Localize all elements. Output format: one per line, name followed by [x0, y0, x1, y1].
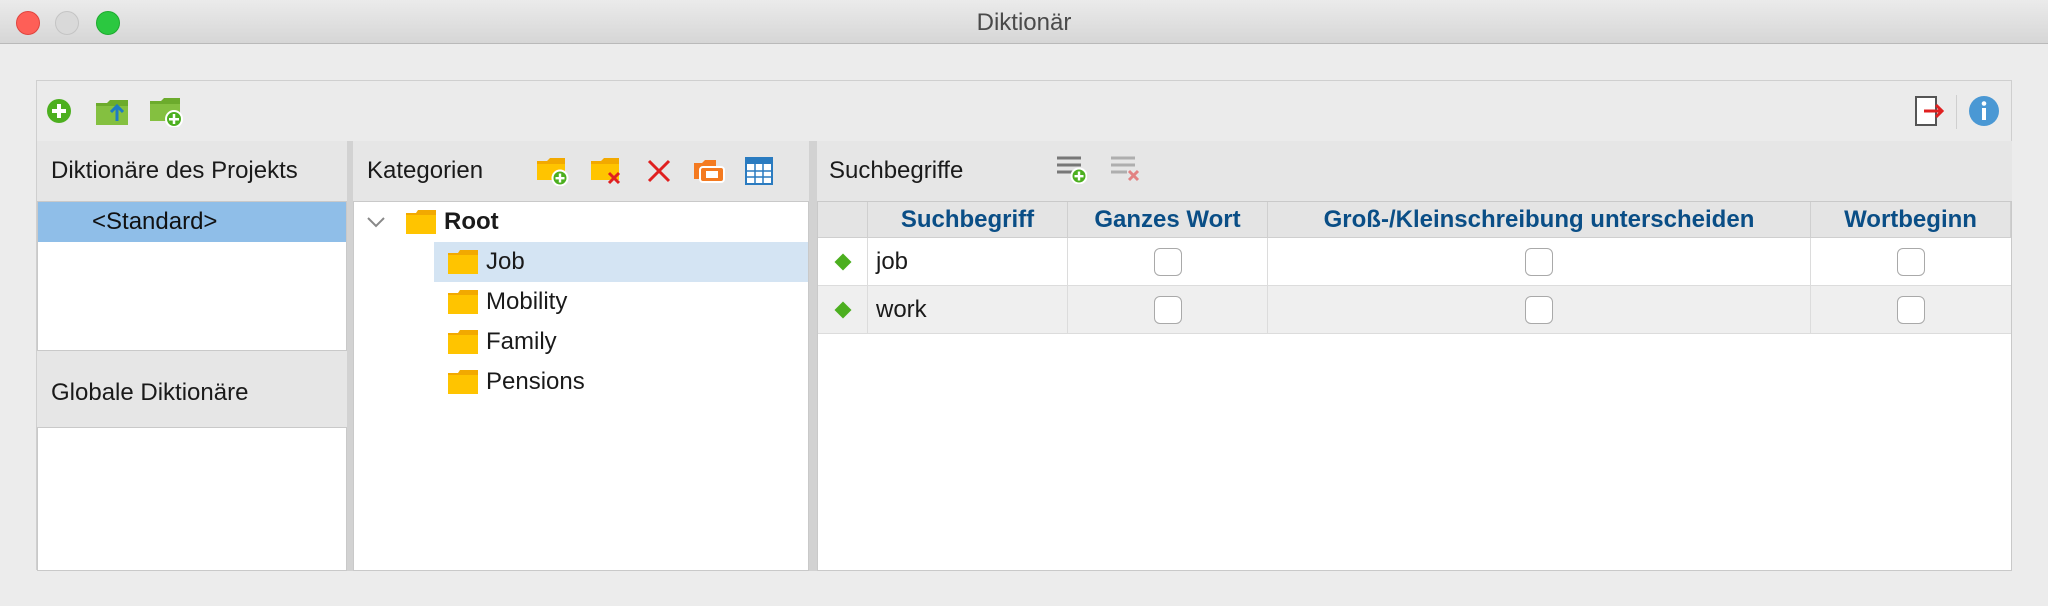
- tree-node-label: Pensions: [486, 368, 585, 395]
- add-icon: [47, 99, 71, 123]
- word-start-checkbox[interactable]: [1897, 248, 1925, 276]
- panel-splitter[interactable]: [809, 141, 817, 571]
- whole-word-checkbox[interactable]: [1153, 296, 1182, 324]
- new-category-icon: [537, 158, 569, 186]
- delete-category-button[interactable]: [589, 153, 625, 189]
- categories-panel: Kategorien Root Job Mobility Family Pens…: [353, 141, 809, 571]
- row-marker: [818, 238, 868, 286]
- export-icon: [1915, 96, 1944, 126]
- table-view-button[interactable]: [741, 153, 777, 189]
- project-dictionaries-list[interactable]: <Standard>: [37, 201, 347, 351]
- delete-category-icon: [591, 158, 621, 185]
- new-category-button[interactable]: [535, 153, 571, 189]
- folder-icon: [448, 250, 478, 274]
- new-dictionary-button[interactable]: [149, 93, 185, 129]
- column-header-whole-word[interactable]: Ganzes Wort: [1068, 202, 1268, 238]
- add-search-term-icon: [1057, 156, 1087, 184]
- tree-node-label: Root: [444, 208, 499, 235]
- search-terms-header: Suchbegriffe: [829, 157, 964, 184]
- folder-icon: [406, 210, 436, 234]
- case-sensitive-cell: [1268, 286, 1811, 334]
- search-terms-panel: Suchbegriffe Suchbegriff Ganzes Wort Gro…: [817, 141, 2012, 571]
- folder-icon: [448, 370, 478, 394]
- tree-node-label: Job: [486, 248, 525, 275]
- delete-search-term-icon: [1111, 156, 1140, 182]
- whole-word-checkbox[interactable]: [1153, 248, 1182, 276]
- case-sensitive-checkbox[interactable]: [1525, 296, 1553, 324]
- folder-icon: [448, 290, 478, 314]
- toolbar-separator: [1956, 95, 1957, 129]
- table-header-marker: [818, 202, 868, 238]
- delete-search-term-button[interactable]: [1107, 151, 1143, 187]
- column-header-word-start[interactable]: Wortbeginn: [1811, 202, 2011, 238]
- info-button[interactable]: [1966, 93, 2002, 129]
- global-dictionaries-header: Globale Diktionäre: [51, 379, 249, 406]
- column-header-term[interactable]: Suchbegriff: [868, 202, 1068, 238]
- term-cell[interactable]: work: [868, 286, 1068, 334]
- global-dictionaries-list[interactable]: [37, 427, 347, 571]
- add-search-term-button[interactable]: [1053, 151, 1089, 187]
- table-header-row: Suchbegriff Ganzes Wort Groß-/Kleinschre…: [818, 202, 2011, 238]
- diamond-icon: [834, 253, 851, 271]
- tree-node-job[interactable]: Job: [434, 242, 808, 282]
- term-cell[interactable]: job: [868, 238, 1068, 286]
- dictionaries-panel: Diktionäre des Projekts <Standard> Globa…: [37, 141, 347, 571]
- import-dictionary-icon: [96, 100, 128, 125]
- tree-node-label: Family: [486, 328, 557, 355]
- word-start-cell: [1811, 238, 2011, 286]
- case-sensitive-checkbox[interactable]: [1525, 248, 1553, 276]
- case-sensitive-cell: [1268, 238, 1811, 286]
- add-button[interactable]: [41, 93, 77, 129]
- title-bar: Diktionär: [0, 0, 2048, 44]
- export-button[interactable]: [1911, 93, 1947, 129]
- tree-node-root[interactable]: Root: [354, 202, 808, 242]
- rename-button[interactable]: [691, 153, 727, 189]
- dictionary-main-panel: Diktionäre des Projekts <Standard> Globa…: [36, 80, 2012, 571]
- window-title: Diktionär: [976, 9, 1072, 36]
- search-terms-table: Suchbegriff Ganzes Wort Groß-/Kleinschre…: [817, 201, 2012, 571]
- table-row[interactable]: job: [818, 238, 2011, 286]
- main-toolbar: [37, 81, 2011, 141]
- table-row[interactable]: work: [818, 286, 2011, 334]
- diamond-icon: [834, 301, 851, 319]
- rename-icon: [694, 160, 725, 183]
- project-dictionaries-header: Diktionäre des Projekts: [51, 157, 298, 184]
- column-header-case-sensitive[interactable]: Groß-/Kleinschreibung unterscheiden: [1268, 202, 1811, 238]
- remove-icon: [647, 159, 671, 183]
- info-icon: [1969, 96, 1999, 126]
- word-start-cell: [1811, 286, 2011, 334]
- word-start-checkbox[interactable]: [1897, 296, 1925, 324]
- row-marker: [818, 286, 868, 334]
- whole-word-cell: [1068, 286, 1268, 334]
- chevron-down-icon[interactable]: [366, 215, 386, 229]
- folder-icon: [448, 330, 478, 354]
- new-dictionary-icon: [150, 98, 183, 127]
- tree-node-label: Mobility: [486, 288, 568, 315]
- import-dictionary-button[interactable]: [95, 93, 131, 129]
- remove-button[interactable]: [641, 153, 677, 189]
- categories-tree[interactable]: Root Job Mobility Family Pensions: [353, 201, 809, 571]
- list-item[interactable]: <Standard>: [38, 202, 346, 242]
- table-view-icon: [745, 157, 773, 185]
- whole-word-cell: [1068, 238, 1268, 286]
